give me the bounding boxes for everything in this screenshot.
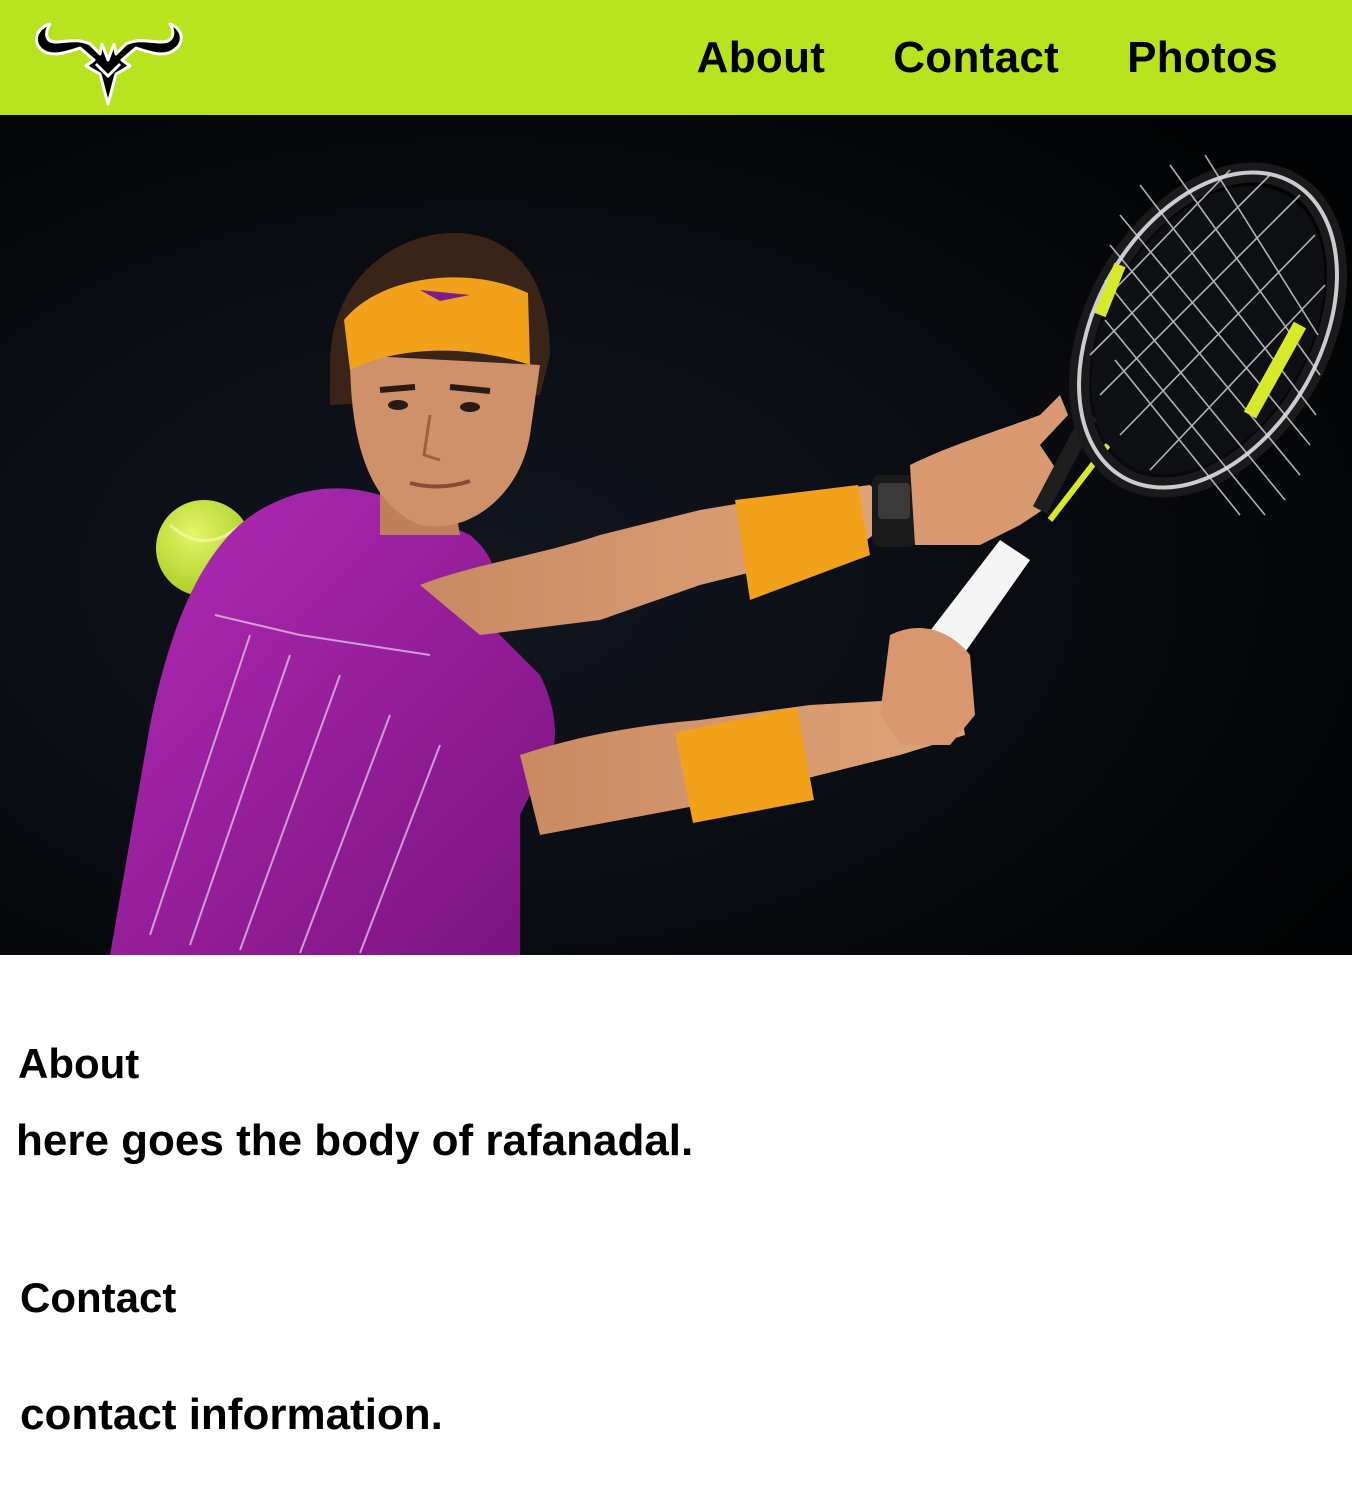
about-heading: About bbox=[18, 1040, 140, 1087]
nav-link-photos[interactable]: Photos bbox=[1127, 33, 1278, 83]
nav-link-contact[interactable]: Contact bbox=[893, 33, 1059, 83]
hero-image bbox=[0, 115, 1352, 955]
top-navbar: About Contact Photos bbox=[0, 0, 1352, 115]
contact-body-text: contact information. bbox=[20, 1390, 443, 1439]
nav-link-about[interactable]: About bbox=[697, 33, 826, 83]
main-nav: About Contact Photos bbox=[697, 0, 1278, 115]
contact-heading: Contact bbox=[20, 1274, 177, 1321]
about-body-text: here goes the body of rafanadal. bbox=[16, 1116, 694, 1165]
bull-horns-logo-icon[interactable] bbox=[30, 14, 196, 106]
